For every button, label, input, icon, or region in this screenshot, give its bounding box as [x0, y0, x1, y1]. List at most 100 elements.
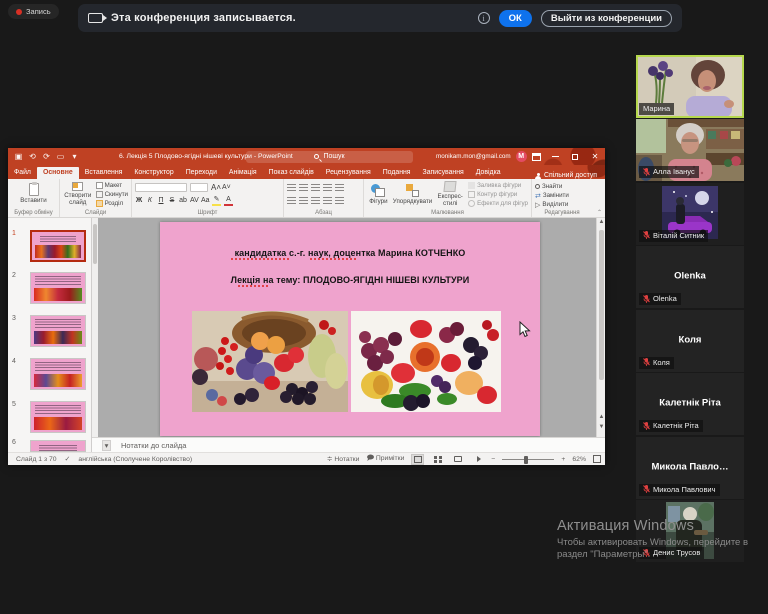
underline-button[interactable]: П [157, 197, 165, 204]
line-spacing-icon[interactable] [335, 184, 344, 192]
thumbnail-scrollbar[interactable] [92, 218, 98, 452]
strikethrough-button[interactable]: S [168, 197, 176, 204]
slide-thumbnail-2[interactable] [30, 272, 86, 304]
participant-tile-marina[interactable]: Марина [636, 55, 744, 118]
slide-thumbnail-6[interactable] [30, 440, 86, 452]
find-button[interactable]: Знайти [535, 183, 589, 190]
italic-button[interactable]: К [146, 197, 154, 204]
ppt-titlebar[interactable]: ▣ ⟲ ⟳ ▭ ▾ 6. Лекція 5 Плодово-ягідні ніш… [8, 148, 605, 165]
paste-button[interactable]: Вставити [20, 183, 46, 204]
account-email[interactable]: monikam.mon@gmail.com [436, 153, 511, 160]
tab-record[interactable]: Записування [417, 167, 470, 179]
previous-slide-icon[interactable]: ▲ [597, 414, 606, 420]
tab-home[interactable]: Основне [37, 167, 79, 179]
replace-button[interactable]: ⇄Замінити [535, 192, 589, 199]
participant-tile-olenka[interactable]: Olenka Olenka [636, 246, 744, 308]
numbering-icon[interactable] [299, 184, 308, 192]
tab-file[interactable]: Файл [8, 167, 37, 179]
tab-slideshow[interactable]: Показ слайдів [263, 167, 320, 179]
start-presentation-icon[interactable]: ▭ [56, 152, 65, 161]
leave-meeting-button[interactable]: Выйти из конференции [541, 10, 672, 27]
notes-pane[interactable]: ▾ Нотатки до слайда [92, 437, 605, 452]
save-icon[interactable]: ▣ [14, 152, 23, 161]
close-button[interactable]: ✕ [585, 148, 605, 165]
current-slide[interactable]: кандидатка с.-г. наук, доцентка Марина К… [160, 222, 540, 436]
font-color-button[interactable]: А [224, 196, 233, 205]
slide-thumbnail-5[interactable] [30, 401, 86, 433]
reading-view-button[interactable] [451, 454, 464, 465]
fit-slide-icon[interactable] [593, 455, 601, 463]
font-name-select[interactable] [135, 183, 187, 192]
slide-thumbnail-1[interactable] [30, 230, 86, 262]
zoom-out-button[interactable]: − [491, 456, 495, 463]
highlight-color-button[interactable]: ✎ [212, 196, 221, 205]
slide-thumbnail-3[interactable] [30, 315, 86, 347]
participant-tile-kaletnik[interactable]: Калетнік Ріта Калетнік Ріта [636, 373, 744, 435]
shape-fill-button[interactable]: Заливка фігури [468, 182, 528, 189]
zoom-slider-handle[interactable] [524, 456, 528, 464]
tab-design[interactable]: Конструктор [128, 167, 179, 179]
participant-tile-vitaliy[interactable]: Віталій Ситник [636, 183, 744, 245]
shapes-button[interactable]: Фігури [367, 184, 390, 205]
accessibility-icon[interactable]: ✓ [65, 455, 71, 463]
align-center-icon[interactable] [299, 197, 308, 205]
ok-button[interactable]: ОК [499, 10, 532, 27]
shape-effects-button[interactable]: Ефекти для фігур [468, 200, 528, 207]
select-button[interactable]: ▷Виділити [535, 201, 589, 208]
bullets-icon[interactable] [287, 184, 296, 192]
shape-outline-button[interactable]: Контур фігури [468, 191, 528, 198]
reset-button[interactable]: Скинути [96, 191, 128, 198]
tab-view[interactable]: Подання [377, 167, 417, 179]
participant-tile-kolya[interactable]: Коля Коля [636, 310, 744, 372]
align-left-icon[interactable] [287, 197, 296, 205]
tab-animations[interactable]: Анімація [223, 167, 263, 179]
zoom-slider[interactable] [502, 459, 554, 460]
restore-button[interactable] [565, 148, 585, 165]
arrange-button[interactable]: Упорядкувати [393, 184, 432, 205]
slide-thumbnail-4[interactable] [30, 358, 86, 390]
redo-icon[interactable]: ⟳ [42, 152, 51, 161]
slide-sorter-view-button[interactable] [431, 454, 444, 465]
account-avatar[interactable]: M [516, 151, 527, 162]
comments-toggle[interactable]: 🗩 Примітки [366, 454, 404, 465]
new-slide-button[interactable]: Створити слайд [63, 182, 93, 206]
next-slide-icon[interactable]: ▼ [597, 424, 606, 430]
text-shadow-button[interactable]: ab [179, 197, 187, 204]
character-spacing-button[interactable]: AV [190, 197, 198, 204]
quick-styles-button[interactable]: Експрес-стилі [435, 181, 465, 207]
grow-font-button[interactable]: A˄ [211, 183, 219, 192]
align-right-icon[interactable] [311, 197, 320, 205]
notes-toggle[interactable]: ≑ Нотатки [327, 455, 360, 463]
zoom-in-button[interactable]: + [561, 456, 565, 463]
share-button[interactable]: Спільний доступ [535, 172, 605, 179]
search-box[interactable]: Пошук [246, 151, 413, 163]
change-case-button[interactable]: Aa [201, 197, 209, 204]
layout-button[interactable]: Макет [96, 182, 128, 189]
indent-increase-icon[interactable] [323, 184, 332, 192]
tab-help[interactable]: Довідка [470, 167, 507, 179]
indent-decrease-icon[interactable] [311, 184, 320, 192]
bold-button[interactable]: Ж [135, 197, 143, 204]
ribbon-display-options-icon[interactable] [532, 153, 541, 161]
shrink-font-button[interactable]: A˅ [222, 184, 230, 191]
info-icon[interactable]: i [478, 12, 490, 24]
undo-icon[interactable]: ⟲ [28, 152, 37, 161]
participant-tile-alla[interactable]: Алла Іванус [636, 119, 744, 181]
quick-access-dropdown-icon[interactable]: ▾ [70, 152, 79, 161]
justify-icon[interactable] [323, 197, 332, 205]
scroll-up-icon[interactable]: ▲ [597, 219, 606, 225]
notes-splitter-icon[interactable]: ▾ [102, 440, 111, 451]
zoom-level[interactable]: 62% [572, 456, 586, 463]
minimize-button[interactable] [545, 148, 565, 165]
scroll-thumb[interactable] [599, 230, 604, 380]
slideshow-view-button[interactable] [471, 454, 484, 465]
tab-review[interactable]: Рецензування [320, 167, 377, 179]
tab-insert[interactable]: Вставлення [79, 167, 129, 179]
collapse-ribbon-icon[interactable]: ⌃ [597, 209, 602, 216]
slide-vertical-scrollbar[interactable]: ▲ ▲ ▼ ▼ [596, 218, 605, 452]
columns-icon[interactable] [335, 197, 344, 205]
participant-tile-mykola[interactable]: Микола Павло… Микола Павлович [636, 437, 744, 499]
language-indicator[interactable]: англійська (Сполучене Королівство) [78, 456, 192, 463]
tab-transitions[interactable]: Переходи [180, 167, 223, 179]
normal-view-button[interactable] [411, 454, 424, 465]
